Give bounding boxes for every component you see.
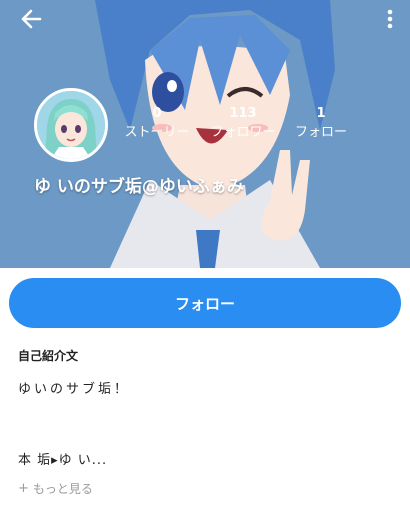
bio-text-line: 本 垢▸ゆ い... (18, 453, 108, 468)
stat-stories[interactable]: 0 ストーリー (112, 106, 202, 142)
profile-username: ゆ いのサブ垢@ゆいふぁみ (34, 177, 244, 197)
profile-stats: 0 ストーリー 113 フォロワー 1 フォロー (110, 106, 370, 144)
bio-heading: 自己紹介文 (18, 349, 79, 363)
bio-text-line: ゆいのサブ垢！ (18, 382, 131, 397)
profile-header: 0 ストーリー 113 フォロワー 1 フォロー ゆ いのサブ垢@ゆいふぁみ (0, 0, 410, 268)
avatar[interactable] (34, 88, 108, 162)
back-button[interactable] (14, 6, 48, 32)
avatar-image (37, 91, 105, 159)
follow-button[interactable]: フォロー (9, 278, 401, 328)
show-more-link[interactable]: + もっと見る (18, 480, 93, 497)
stat-followers-count: 113 (229, 106, 257, 121)
stat-following[interactable]: 1 フォロー (276, 106, 366, 142)
stat-following-count: 1 (316, 106, 326, 121)
plus-icon: + (18, 481, 29, 496)
stat-stories-count: 0 (152, 106, 162, 121)
stat-following-label: フォロー (294, 125, 347, 140)
stat-stories-label: ストーリー (124, 125, 190, 140)
more-vertical-icon (387, 9, 393, 29)
stat-followers[interactable]: 113 フォロワー (198, 106, 288, 142)
show-more-label: もっと見る (32, 482, 93, 496)
stat-followers-label: フォロワー (210, 125, 276, 140)
back-arrow-icon (21, 9, 42, 29)
more-menu-button[interactable] (380, 6, 400, 32)
